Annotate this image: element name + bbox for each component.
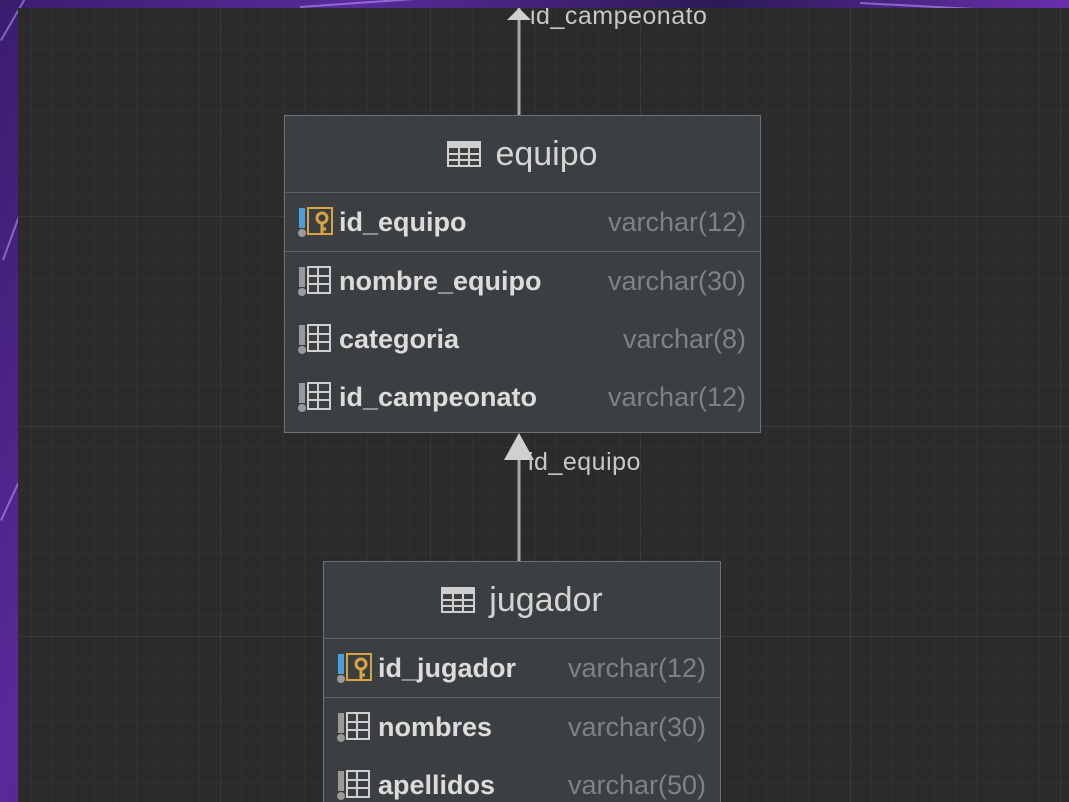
- relation-label-equipo: id_equipo: [528, 448, 641, 476]
- field-type: varchar(12): [607, 381, 746, 412]
- column-icon: [298, 266, 331, 296]
- field-row[interactable]: categoria varchar(8): [285, 310, 760, 368]
- field-name: nombres: [378, 711, 493, 742]
- entity-jugador[interactable]: jugador id_jugador varchar(12) nombres v…: [323, 561, 721, 802]
- column-icon: [337, 712, 370, 742]
- field-type: varchar(50): [567, 769, 706, 800]
- field-name: apellidos: [378, 769, 496, 800]
- field-type: varchar(12): [607, 206, 746, 237]
- column-icon: [298, 382, 331, 412]
- column-icon: [337, 770, 370, 800]
- field-row[interactable]: id_equipo varchar(12): [285, 193, 760, 252]
- field-name: id_jugador: [378, 652, 517, 683]
- relation-label-campeonato: id_campeonato: [530, 8, 708, 30]
- entity-header-equipo[interactable]: equipo: [285, 116, 760, 193]
- entity-title: jugador: [489, 580, 603, 619]
- field-row[interactable]: nombre_equipo varchar(30): [285, 252, 760, 310]
- connector-arrowhead-campeonato: [507, 8, 531, 20]
- field-row[interactable]: nombres varchar(30): [324, 698, 720, 756]
- field-name: categoria: [339, 323, 460, 354]
- field-name: id_equipo: [339, 206, 467, 237]
- primary-key-icon: [337, 653, 372, 683]
- field-type: varchar(8): [622, 323, 746, 354]
- field-row[interactable]: apellidos varchar(50): [324, 756, 720, 802]
- entity-equipo[interactable]: equipo id_equipo varchar(12) nombre_equi…: [284, 115, 761, 433]
- field-type: varchar(12): [567, 652, 706, 683]
- table-icon: [441, 587, 476, 613]
- field-type: varchar(30): [567, 711, 706, 742]
- field-row[interactable]: id_campeonato varchar(12): [285, 368, 760, 426]
- field-name: nombre_equipo: [339, 265, 542, 296]
- primary-key-icon: [298, 207, 333, 237]
- diagram-canvas[interactable]: id_campeonato id_equipo equipo id_equipo…: [18, 8, 1069, 802]
- field-name: id_campeonato: [339, 381, 538, 412]
- field-type: varchar(30): [607, 265, 746, 296]
- field-row[interactable]: id_jugador varchar(12): [324, 639, 720, 698]
- table-icon: [447, 141, 482, 167]
- column-icon: [298, 324, 331, 354]
- entity-header-jugador[interactable]: jugador: [324, 562, 720, 639]
- entity-title: equipo: [495, 134, 598, 173]
